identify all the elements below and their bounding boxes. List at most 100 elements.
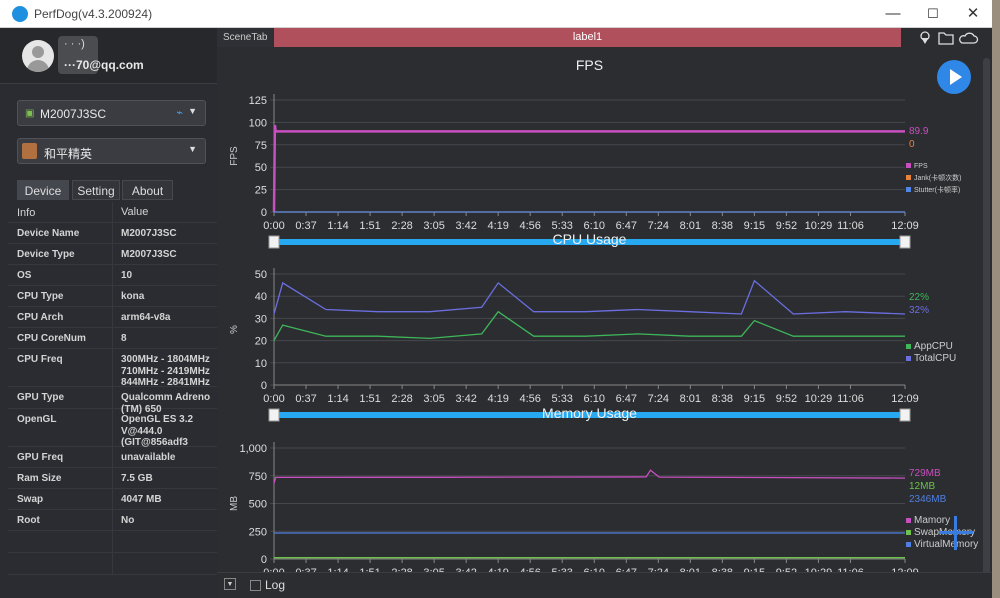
series-line-1-1	[273, 279, 906, 315]
x-tick-label: 4:56	[519, 220, 540, 232]
row-value: M2007J3SC	[121, 249, 177, 260]
slider-handle-left[interactable]	[268, 235, 280, 249]
legend-swatch	[906, 175, 911, 180]
x-tick-label: 9:15	[744, 393, 765, 405]
y-tick-label: 0	[261, 380, 267, 392]
chart-title: FPS	[576, 57, 603, 73]
row-key: Ram Size	[17, 473, 62, 484]
row-key: Device Type	[17, 249, 75, 260]
legend-label: TotalCPU	[914, 353, 956, 364]
current-value: 22%	[909, 292, 929, 303]
y-tick-label: 0	[261, 207, 267, 219]
x-tick-label: 12:09	[891, 393, 919, 405]
current-value: 32%	[909, 305, 929, 316]
table-row: Device Type M2007J3SC	[8, 244, 217, 265]
table-row: Root No	[8, 510, 217, 531]
user-name: · · ·)	[64, 38, 85, 50]
device-select[interactable]: ▣ M2007J3SC ⌁ ▼	[17, 100, 206, 126]
table-row: Ram Size 7.5 GB	[8, 468, 217, 489]
row-key: Device Name	[17, 228, 80, 239]
perfdog-logo-icon	[12, 6, 28, 22]
legend-swatch	[906, 356, 911, 361]
expand-down-icon[interactable]: ▼	[224, 578, 236, 590]
row-key: CPU Arch	[17, 312, 64, 323]
slider-handle-right[interactable]	[899, 235, 911, 249]
row-value: 300MHz - 1804MHz 710MHz - 2419MHz 844MHz…	[121, 354, 210, 388]
label-bar[interactable]: label1	[274, 28, 901, 47]
top-icon-svg	[920, 31, 979, 45]
row-value: 7.5 GB	[121, 473, 153, 484]
table-row: GPU Type Qualcomm Adreno (TM) 650	[8, 387, 217, 415]
scene-tab[interactable]: SceneTab	[217, 28, 273, 47]
table-row: GPU Freq unavailable	[8, 447, 217, 468]
tab-about[interactable]: About	[122, 180, 173, 200]
x-tick-label: 6:47	[616, 393, 637, 405]
bottom-bar: ▼ Log	[217, 572, 992, 598]
y-axis-label: %	[229, 325, 240, 334]
header-info: Info	[17, 207, 36, 219]
x-tick-label: 2:28	[391, 393, 412, 405]
x-tick-label: 8:01	[680, 393, 701, 405]
title-bar: PerfDog(v4.3.200924) — ☐ ✕	[0, 0, 992, 28]
x-tick-label: 1:14	[327, 393, 348, 405]
device-select-value: M2007J3SC	[40, 107, 107, 121]
x-tick-label: 0:37	[295, 393, 316, 405]
current-value: 12MB	[909, 481, 935, 492]
add-chart-button[interactable]	[939, 516, 973, 550]
y-tick-label: 75	[255, 140, 267, 152]
avatar-icon[interactable]	[22, 40, 54, 72]
series-line-1-0	[273, 310, 905, 341]
row-key: OS	[17, 270, 32, 281]
x-tick-label: 9:52	[776, 393, 797, 405]
log-label: Log	[265, 578, 286, 592]
folder-icon[interactable]	[938, 32, 954, 45]
location-icon[interactable]	[920, 31, 930, 44]
tab-device[interactable]: Device	[17, 180, 69, 200]
charts-scrollbar[interactable]	[983, 58, 990, 578]
table-row: OpenGL OpenGL ES 3.2 V@444.0 (GIT@856adf3	[8, 409, 217, 448]
row-value: OpenGL ES 3.2 V@444.0 (GIT@856adf3	[121, 414, 194, 448]
cloud-icon[interactable]	[959, 32, 979, 44]
row-value: 4047 MB	[121, 494, 162, 505]
row-key: CPU CoreNum	[17, 333, 86, 344]
game-icon	[22, 143, 37, 159]
close-button[interactable]: ✕	[950, 0, 996, 28]
charts-svg: FPSFPS02550751001250:00 0:37 1:14 1:51 2:28 3…	[229, 57, 978, 596]
series-line-2-0	[273, 469, 906, 484]
slider-handle-right[interactable]	[899, 408, 911, 422]
app-window: PerfDog(v4.3.200924) — ☐ ✕ · · ·) ···70@…	[0, 0, 992, 598]
slider-handle-left[interactable]	[268, 408, 280, 422]
tab-setting[interactable]: Setting	[72, 180, 120, 200]
x-tick-label: 9:52	[776, 220, 797, 232]
app-select[interactable]: 和平精英 ▼	[17, 138, 206, 164]
x-tick-label: 11:06	[837, 220, 864, 232]
log-checkbox[interactable]	[250, 580, 261, 591]
x-tick-label: 8:01	[680, 220, 701, 232]
current-value: 729MB	[909, 468, 941, 479]
chart-title: CPU Usage	[553, 231, 627, 247]
series-line-0-0	[272, 124, 905, 213]
y-tick-label: 25	[255, 185, 267, 197]
x-tick-label: 3:42	[455, 393, 476, 405]
legend-label: Jank(卡顿次数)	[914, 173, 961, 182]
row-key: OpenGL	[17, 414, 57, 425]
row-key: Swap	[17, 494, 44, 505]
y-tick-label: 1,000	[239, 443, 267, 455]
x-tick-label: 7:24	[648, 393, 669, 405]
x-tick-label: 4:56	[519, 393, 540, 405]
x-tick-label: 8:38	[712, 393, 733, 405]
table-row-empty	[8, 553, 217, 575]
play-icon	[950, 69, 962, 85]
sidebar: · · ·) ···70@qq.com ▣ M2007J3SC ⌁ ▼ 和平精英…	[0, 28, 217, 598]
play-button[interactable]	[937, 60, 971, 94]
y-tick-label: 40	[255, 291, 267, 303]
legend-label: FPS	[914, 163, 928, 170]
row-value: 8	[121, 333, 127, 344]
chart-title: Memory Usage	[542, 405, 637, 421]
x-tick-label: 5:33	[552, 393, 573, 405]
device-info-table: Info Value Device Name M2007J3SC Device Type…	[8, 202, 217, 575]
row-value: unavailable	[121, 452, 176, 463]
legend-label: Stutter(卡顿率)	[914, 185, 960, 194]
x-tick-label: 0:00	[263, 393, 284, 405]
current-value: 0	[909, 139, 915, 150]
